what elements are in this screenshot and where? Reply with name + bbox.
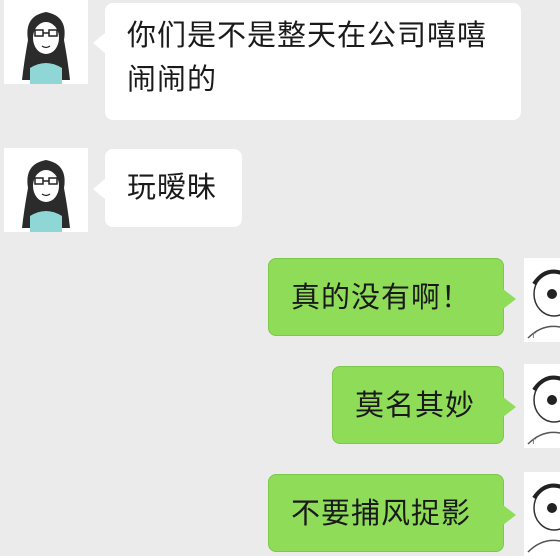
incoming-message-bubble[interactable]: 你们是不是整天在公司嘻嘻 闹闹的 [93,3,521,120]
message-row: 你们是不是整天在公司嘻嘻 闹闹的 [0,0,560,130]
boy-avatar-icon[interactable] [524,472,560,556]
message-text-line: 不要捕风捉影 [291,496,472,530]
message-text-line: 真的没有啊！ [291,280,472,314]
message-text-line: 莫名其妙 [355,388,476,422]
message-row: 不要捕风捉影 [0,472,560,556]
boy-avatar-icon[interactable]: r [524,364,560,448]
girl-avatar-icon[interactable] [4,148,88,232]
bubble-tail [93,33,105,53]
message-row: 真的没有啊！ r [0,256,560,342]
outgoing-message-bubble[interactable]: 莫名其妙 [332,366,516,444]
message-text-line: 玩暧昧 [127,170,218,204]
message-text-line: 你们是不是整天在公司嘻嘻 [127,18,488,52]
bubble-tail [503,397,516,417]
message-text-line: 闹闹的 [127,62,218,96]
outgoing-message-bubble[interactable]: 真的没有啊！ [268,258,516,336]
boy-avatar-icon[interactable]: r [524,258,560,342]
bubble-tail [503,505,516,525]
outgoing-message-bubble[interactable]: 不要捕风捉影 [268,474,516,552]
girl-avatar-icon[interactable] [4,0,88,84]
message-row: 莫名其妙 r [0,364,560,450]
bubble-tail [503,289,516,309]
incoming-message-bubble[interactable]: 玩暧昧 [93,149,242,227]
message-row: 玩暧昧 [0,146,560,236]
bubble-tail [93,179,105,199]
